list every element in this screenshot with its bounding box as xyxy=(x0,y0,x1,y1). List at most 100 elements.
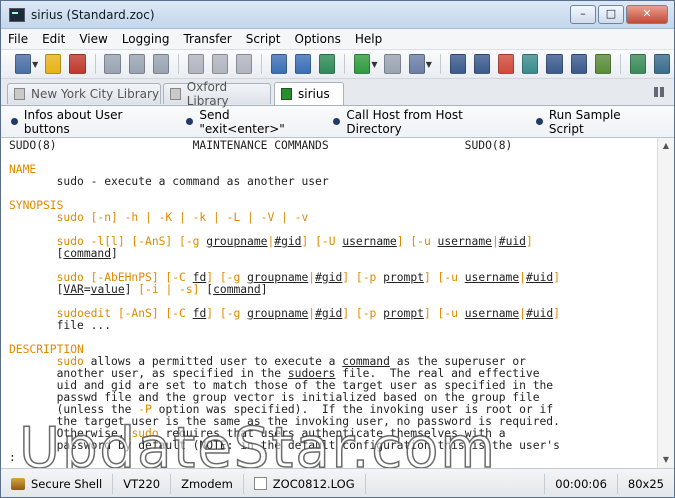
paste-icon[interactable] xyxy=(235,54,253,74)
terminal-text: #uid xyxy=(525,271,554,284)
close-button[interactable]: ✕ xyxy=(626,5,668,24)
terminal-line: [VAR=value] [-i | -s] [command] xyxy=(9,284,649,296)
menu-view[interactable]: View xyxy=(72,32,114,46)
font-icon[interactable] xyxy=(473,54,491,74)
upload-icon[interactable] xyxy=(295,54,312,74)
chevron-down-icon[interactable]: ▼ xyxy=(371,60,377,69)
terminal-text: #uid xyxy=(498,235,526,248)
terminal-text: username xyxy=(464,271,520,284)
layout-icon[interactable] xyxy=(522,54,539,74)
terminal-text: ] [-u xyxy=(396,235,438,248)
terminal-text: [ xyxy=(199,283,214,296)
window-title: sirius (Standard.zoc) xyxy=(31,7,155,22)
terminal-text: ] xyxy=(124,283,139,296)
toolbar-separator xyxy=(439,54,441,74)
terminal-text: ] xyxy=(260,283,268,296)
status-emulation[interactable]: VT220 xyxy=(113,473,172,494)
status-size-label: 80x25 xyxy=(627,476,664,491)
refresh-icon[interactable] xyxy=(270,54,288,74)
status-size: 80x25 xyxy=(618,474,674,494)
logging-checkbox[interactable] xyxy=(253,477,267,490)
session-icon xyxy=(14,88,25,100)
user-button-call-host[interactable]: Call Host from Host Directory xyxy=(333,108,519,136)
status-timer-label: 00:00:06 xyxy=(555,476,607,491)
terminal-screen[interactable]: SUDO(8) MAINTENANCE COMMANDS SUDO(8) NAME… xyxy=(9,140,649,466)
edit-icon[interactable] xyxy=(408,54,425,74)
status-transfer[interactable]: Zmodem xyxy=(171,473,244,494)
terminal-text: ] xyxy=(553,271,561,284)
terminal-text: | xyxy=(491,235,499,248)
status-connection[interactable]: Secure Shell xyxy=(1,473,114,494)
terminal-text: : xyxy=(9,451,16,464)
disconnect-icon[interactable] xyxy=(69,54,86,74)
terminal-text: | xyxy=(519,307,526,320)
menu-file[interactable]: File xyxy=(1,32,35,46)
menu-transfer[interactable]: Transfer xyxy=(176,32,238,46)
menu-help[interactable]: Help xyxy=(348,32,389,46)
user-button-run-script[interactable]: Run Sample Script xyxy=(535,107,658,136)
clipboard-icon[interactable] xyxy=(211,54,228,74)
status-logfile[interactable]: ZOC0812.LOG xyxy=(244,473,366,494)
bullet-icon xyxy=(11,118,18,125)
keyboard-icon[interactable] xyxy=(449,54,466,74)
play-icon[interactable] xyxy=(354,54,371,74)
scroll-up-icon[interactable]: ▲ xyxy=(658,138,674,154)
settings-icon[interactable] xyxy=(594,54,611,74)
terminal-text: #gid xyxy=(315,271,343,284)
terminal-line: sudo [-n] -h | -K | -k | -L | -V | -v xyxy=(9,212,649,224)
tab-overview-icon[interactable] xyxy=(654,87,664,97)
terminal-text: #gid xyxy=(315,307,343,320)
terminal-text: username xyxy=(342,235,397,248)
chevron-down-icon[interactable]: ▼ xyxy=(426,60,432,69)
minimize-button[interactable]: – xyxy=(570,5,596,24)
color-icon[interactable] xyxy=(498,54,515,74)
copy-icon[interactable] xyxy=(187,54,204,74)
session-icon[interactable] xyxy=(15,54,32,74)
script-icon[interactable] xyxy=(653,54,670,74)
terminal-text: = xyxy=(83,283,91,296)
document-icon[interactable] xyxy=(104,54,121,74)
terminal-text: ] [-p xyxy=(342,271,384,284)
download-icon[interactable] xyxy=(319,54,336,74)
network-icon[interactable] xyxy=(546,54,563,74)
terminal-text: ] [-p xyxy=(342,307,384,320)
menu-logging[interactable]: Logging xyxy=(115,32,177,46)
terminal-area[interactable]: SUDO(8) MAINTENANCE COMMANDS SUDO(8) NAME… xyxy=(1,137,674,468)
title-bar: sirius (Standard.zoc) – □ ✕ xyxy=(1,1,674,29)
terminal-text: sudo - execute a command as another user xyxy=(9,175,329,188)
terminal-text: file ... xyxy=(9,319,112,332)
terminal-line: sudo - execute a command as another user xyxy=(9,176,649,188)
tab-sirius[interactable]: sirius xyxy=(274,82,344,105)
user-button-infos[interactable]: Infos about User buttons xyxy=(11,108,170,136)
chevron-down-icon[interactable]: ▼ xyxy=(32,60,38,69)
close-doc-icon[interactable] xyxy=(128,54,145,74)
status-bar: Secure Shell VT220 Zmodem ZOC0812.LOG 00… xyxy=(1,468,674,497)
tab-new-york-city-library[interactable]: New York City Library xyxy=(7,83,161,104)
menu-edit[interactable]: Edit xyxy=(35,32,72,46)
user-button-send-exit[interactable]: Send "exit<enter>" xyxy=(186,108,317,136)
scroll-down-icon[interactable]: ▼ xyxy=(658,452,674,468)
tab-oxford-library[interactable]: Oxford Library xyxy=(163,80,271,108)
menu-script[interactable]: Script xyxy=(239,32,288,46)
vertical-scrollbar[interactable]: ▲ ▼ xyxy=(657,138,674,468)
user-button-label: Send "exit<enter>" xyxy=(199,107,285,136)
toolbar-separator xyxy=(177,54,179,74)
terminal-text: SUDO(8) MAINTENANCE COMMANDS SUDO(8) xyxy=(9,140,513,152)
terminal-text: username xyxy=(464,307,520,320)
terminal-text: ] [-u xyxy=(423,307,465,320)
tools-icon[interactable] xyxy=(629,54,646,74)
terminal-text: groupname xyxy=(247,307,309,320)
lock-icon xyxy=(11,477,25,490)
status-emulation-label: VT220 xyxy=(123,476,161,491)
toolbar: ▼ ▼ ▼ xyxy=(1,50,674,79)
terminal-line: [command] xyxy=(9,248,649,260)
menu-options[interactable]: Options xyxy=(288,32,348,46)
stop-icon[interactable] xyxy=(384,54,401,74)
user-button-label: Run Sample Script xyxy=(548,107,621,136)
terminal-text: ] xyxy=(111,247,118,260)
star-icon[interactable] xyxy=(45,54,62,74)
phone-icon[interactable] xyxy=(570,54,587,74)
maximize-button[interactable]: □ xyxy=(598,5,624,24)
tab-label: sirius xyxy=(298,87,330,101)
print-icon[interactable] xyxy=(152,54,169,74)
